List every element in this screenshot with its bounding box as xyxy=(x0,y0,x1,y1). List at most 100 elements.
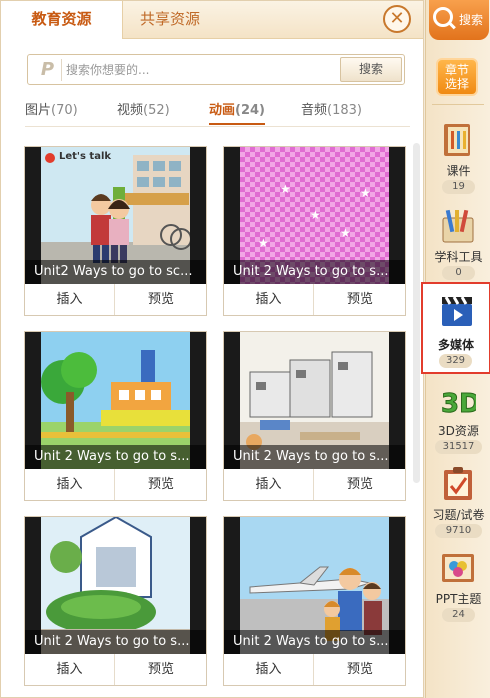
preview-button[interactable]: 预览 xyxy=(315,284,405,315)
category-tab-images[interactable]: 图片(70) xyxy=(25,99,78,125)
category-count: (52) xyxy=(143,103,170,118)
chapter-label-line1: 章节 xyxy=(444,63,469,77)
search-input[interactable] xyxy=(66,58,326,82)
sidebar-item-ppt-themes[interactable]: PPT主题 24 xyxy=(426,550,490,628)
sidebar-item-3d-resources[interactable]: 3D 3D资源 31517 xyxy=(426,382,490,460)
resource-card[interactable]: Unit 2 Ways to go to s... 插入 预览 xyxy=(24,331,207,501)
category-count: (183) xyxy=(327,103,362,118)
svg-text:★: ★ xyxy=(360,186,371,200)
svg-text:★: ★ xyxy=(280,182,291,196)
card-title: Unit 2 Ways to go to s... xyxy=(25,445,206,469)
scrollbar[interactable] xyxy=(413,143,420,483)
card-actions: 插入 预览 xyxy=(224,654,405,685)
sidebar-item-count: 0 xyxy=(442,266,475,280)
insert-button[interactable]: 插入 xyxy=(224,284,314,315)
thumbnail[interactable]: Unit 2 Ways to go to s... xyxy=(25,517,206,654)
category-tab-audio[interactable]: 音频(183) xyxy=(301,99,362,125)
sidebar-item-label: PPT主题 xyxy=(435,592,482,606)
sidebar-item-label: 3D资源 xyxy=(438,424,479,438)
exercise-icon xyxy=(444,467,472,500)
category-label: 音频 xyxy=(301,103,328,118)
sidebar-item-label: 学科工具 xyxy=(434,250,483,264)
sidebar-item-subject-tools[interactable]: 学科工具 0 xyxy=(426,208,490,286)
card-title: Unit2 Ways to go to sc... xyxy=(25,260,206,284)
sidebar-item-count: 329 xyxy=(439,354,472,368)
chapter-select-button[interactable]: 章节 选择 xyxy=(436,58,478,96)
resource-card[interactable]: Let's talk Unit2 Ways to go to sc... 插入 … xyxy=(24,146,207,316)
svg-text:★: ★ xyxy=(340,226,351,240)
sidebar-item-label: 课件 xyxy=(446,164,471,178)
svg-text:★: ★ xyxy=(310,208,321,222)
multimedia-clapper-icon xyxy=(442,296,472,326)
search-button[interactable]: 搜索 xyxy=(340,57,402,82)
right-sidebar: 搜索 章节 选择 课件 19 学科工具 0 多媒体 329 3D 3D资源 31… xyxy=(421,0,490,698)
sidebar-item-multimedia[interactable]: 多媒体 329 xyxy=(421,282,490,374)
category-count: (24) xyxy=(235,103,265,118)
close-icon: ✕ xyxy=(389,8,405,29)
insert-button[interactable]: 插入 xyxy=(224,469,314,500)
resource-card[interactable]: Unit 2 Ways to go to s... 插入 预览 xyxy=(223,331,406,501)
category-label: 图片 xyxy=(25,103,52,118)
resource-panel: 教育资源 共享资源 ✕ P 搜索 图片(70) 视频(52) 动画(24) 音频… xyxy=(0,0,424,698)
card-actions: 插入 预览 xyxy=(25,469,206,500)
category-divider xyxy=(25,126,410,127)
sidebar-divider xyxy=(432,104,484,105)
card-title: Unit 2 Ways to go to s... xyxy=(224,445,405,469)
category-tabs: 图片(70) 视频(52) 动画(24) 音频(183) xyxy=(25,99,415,125)
search-icon-handle xyxy=(448,21,456,30)
sidebar-item-count: 9710 xyxy=(435,524,482,538)
resource-card[interactable]: Unit 2 Ways to go to s... 插入 预览 xyxy=(223,516,406,686)
category-label: 视频 xyxy=(117,103,144,118)
courseware-icon xyxy=(444,124,470,156)
subject-tools-icon xyxy=(442,209,474,243)
sidebar-item-count: 24 xyxy=(442,608,475,622)
card-actions: 插入 预览 xyxy=(25,654,206,685)
card-actions: 插入 预览 xyxy=(224,469,405,500)
sidebar-item-count: 31517 xyxy=(435,440,482,454)
sidebar-item-courseware[interactable]: 课件 19 xyxy=(426,122,490,200)
card-title: Unit 2 Ways to go to s... xyxy=(224,630,405,654)
sidebar-item-count: 19 xyxy=(442,180,475,194)
thumbnail[interactable]: Unit 2 Ways to go to s... xyxy=(25,332,206,469)
thumbnail-banner: Let's talk xyxy=(59,151,112,162)
thumbnail[interactable]: Unit 2 Ways to go to s... xyxy=(224,517,405,654)
tab-bar: 教育资源 共享资源 ✕ xyxy=(1,1,423,39)
category-tab-videos[interactable]: 视频(52) xyxy=(117,99,170,125)
search-logo-icon: P xyxy=(34,59,62,81)
card-title: Unit 2 Ways to go to s... xyxy=(224,260,405,284)
sidebar-item-label: 多媒体 xyxy=(437,338,474,352)
preview-button[interactable]: 预览 xyxy=(116,284,206,315)
ppt-theme-icon xyxy=(442,554,474,582)
insert-button[interactable]: 插入 xyxy=(25,284,115,315)
resource-card[interactable]: Unit 2 Ways to go to s... 插入 预览 xyxy=(24,516,207,686)
tab-shared-resources[interactable]: 共享资源 xyxy=(123,1,217,39)
card-title: Unit 2 Ways to go to s... xyxy=(25,630,206,654)
insert-button[interactable]: 插入 xyxy=(25,654,115,685)
preview-button[interactable]: 预览 xyxy=(116,469,206,500)
insert-button[interactable]: 插入 xyxy=(25,469,115,500)
close-button[interactable]: ✕ xyxy=(383,5,411,33)
svg-text:★: ★ xyxy=(258,236,269,250)
tab-education-resources[interactable]: 教育资源 xyxy=(1,1,123,39)
thumbnail[interactable]: ★ ★ ★ ★ ★ Unit 2 Ways to go to s... xyxy=(224,147,405,284)
category-count: (70) xyxy=(51,103,78,118)
category-label: 动画 xyxy=(209,103,236,118)
3d-icon: 3D xyxy=(441,389,477,419)
sidebar-search-label: 搜索 xyxy=(459,13,484,27)
preview-button[interactable]: 预览 xyxy=(315,654,405,685)
thumbnail[interactable]: Unit 2 Ways to go to s... xyxy=(224,332,405,469)
category-tab-animations[interactable]: 动画(24) xyxy=(209,99,265,125)
preview-button[interactable]: 预览 xyxy=(315,469,405,500)
insert-button[interactable]: 插入 xyxy=(224,654,314,685)
sidebar-item-exercises[interactable]: 习题/试卷 9710 xyxy=(426,466,490,544)
search-bar: P 搜索 xyxy=(27,54,405,85)
card-actions: 插入 预览 xyxy=(25,284,206,315)
sidebar-search-button[interactable]: 搜索 xyxy=(429,0,489,40)
preview-button[interactable]: 预览 xyxy=(116,654,206,685)
sidebar-item-label: 习题/试卷 xyxy=(432,508,485,522)
chapter-label-line2: 选择 xyxy=(444,77,469,91)
thumbnail[interactable]: Let's talk Unit2 Ways to go to sc... xyxy=(25,147,206,284)
card-actions: 插入 预览 xyxy=(224,284,405,315)
svg-text:3D: 3D xyxy=(441,389,476,418)
resource-card[interactable]: ★ ★ ★ ★ ★ Unit 2 Ways to go to s... 插入 预… xyxy=(223,146,406,316)
